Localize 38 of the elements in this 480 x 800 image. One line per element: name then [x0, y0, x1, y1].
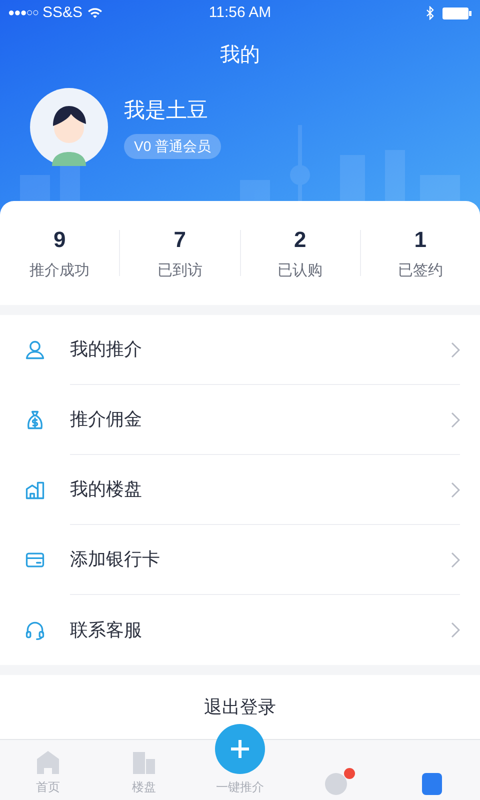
- page-title: 我的: [220, 44, 260, 66]
- stat-label: 已到访: [157, 261, 202, 282]
- stat-value: 2: [294, 226, 306, 254]
- signal-icon: ●●●○○: [8, 4, 38, 22]
- stat-value: 9: [54, 226, 66, 254]
- stat-label: 已认购: [278, 261, 323, 282]
- carrier-name: SS&S: [42, 2, 83, 23]
- logout-button[interactable]: 退出登录: [204, 694, 276, 720]
- stat-value: 1: [414, 226, 426, 254]
- building-icon: [24, 479, 46, 501]
- battery-icon: [442, 6, 472, 20]
- bluetooth-icon: [426, 6, 434, 20]
- menu-label: 推介佣金: [70, 408, 142, 431]
- home-icon: [35, 750, 61, 774]
- menu-item[interactable]: 我的推介: [0, 315, 480, 385]
- menu-item[interactable]: 添加银行卡: [0, 525, 480, 595]
- user-name: 我是土豆: [124, 98, 208, 124]
- stat-value: 7: [174, 226, 186, 254]
- stat-label: 推介成功: [30, 261, 90, 282]
- wifi-icon: [86, 7, 103, 19]
- chevron-right-icon: [450, 482, 460, 498]
- menu-item[interactable]: 推介佣金: [0, 385, 480, 455]
- menu-item[interactable]: 联系客服: [0, 595, 480, 665]
- buildings-icon: [131, 750, 157, 774]
- menu-label: 我的推介: [70, 338, 142, 361]
- stat-label: 已签约: [398, 261, 443, 282]
- status-time: 11:56 AM: [208, 2, 272, 23]
- chevron-right-icon: [450, 552, 460, 568]
- chevron-right-icon: [450, 342, 460, 358]
- menu-label: 添加银行卡: [70, 548, 160, 571]
- menu-label: 我的楼盘: [70, 478, 142, 501]
- chevron-right-icon: [450, 622, 460, 638]
- menu-item[interactable]: 我的楼盘: [0, 455, 480, 525]
- chevron-right-icon: [450, 412, 460, 428]
- person-icon: [24, 339, 46, 361]
- headset-icon: [24, 619, 46, 641]
- menu-label: 联系客服: [70, 618, 142, 642]
- member-level-badge: V0 普通会员: [124, 134, 222, 160]
